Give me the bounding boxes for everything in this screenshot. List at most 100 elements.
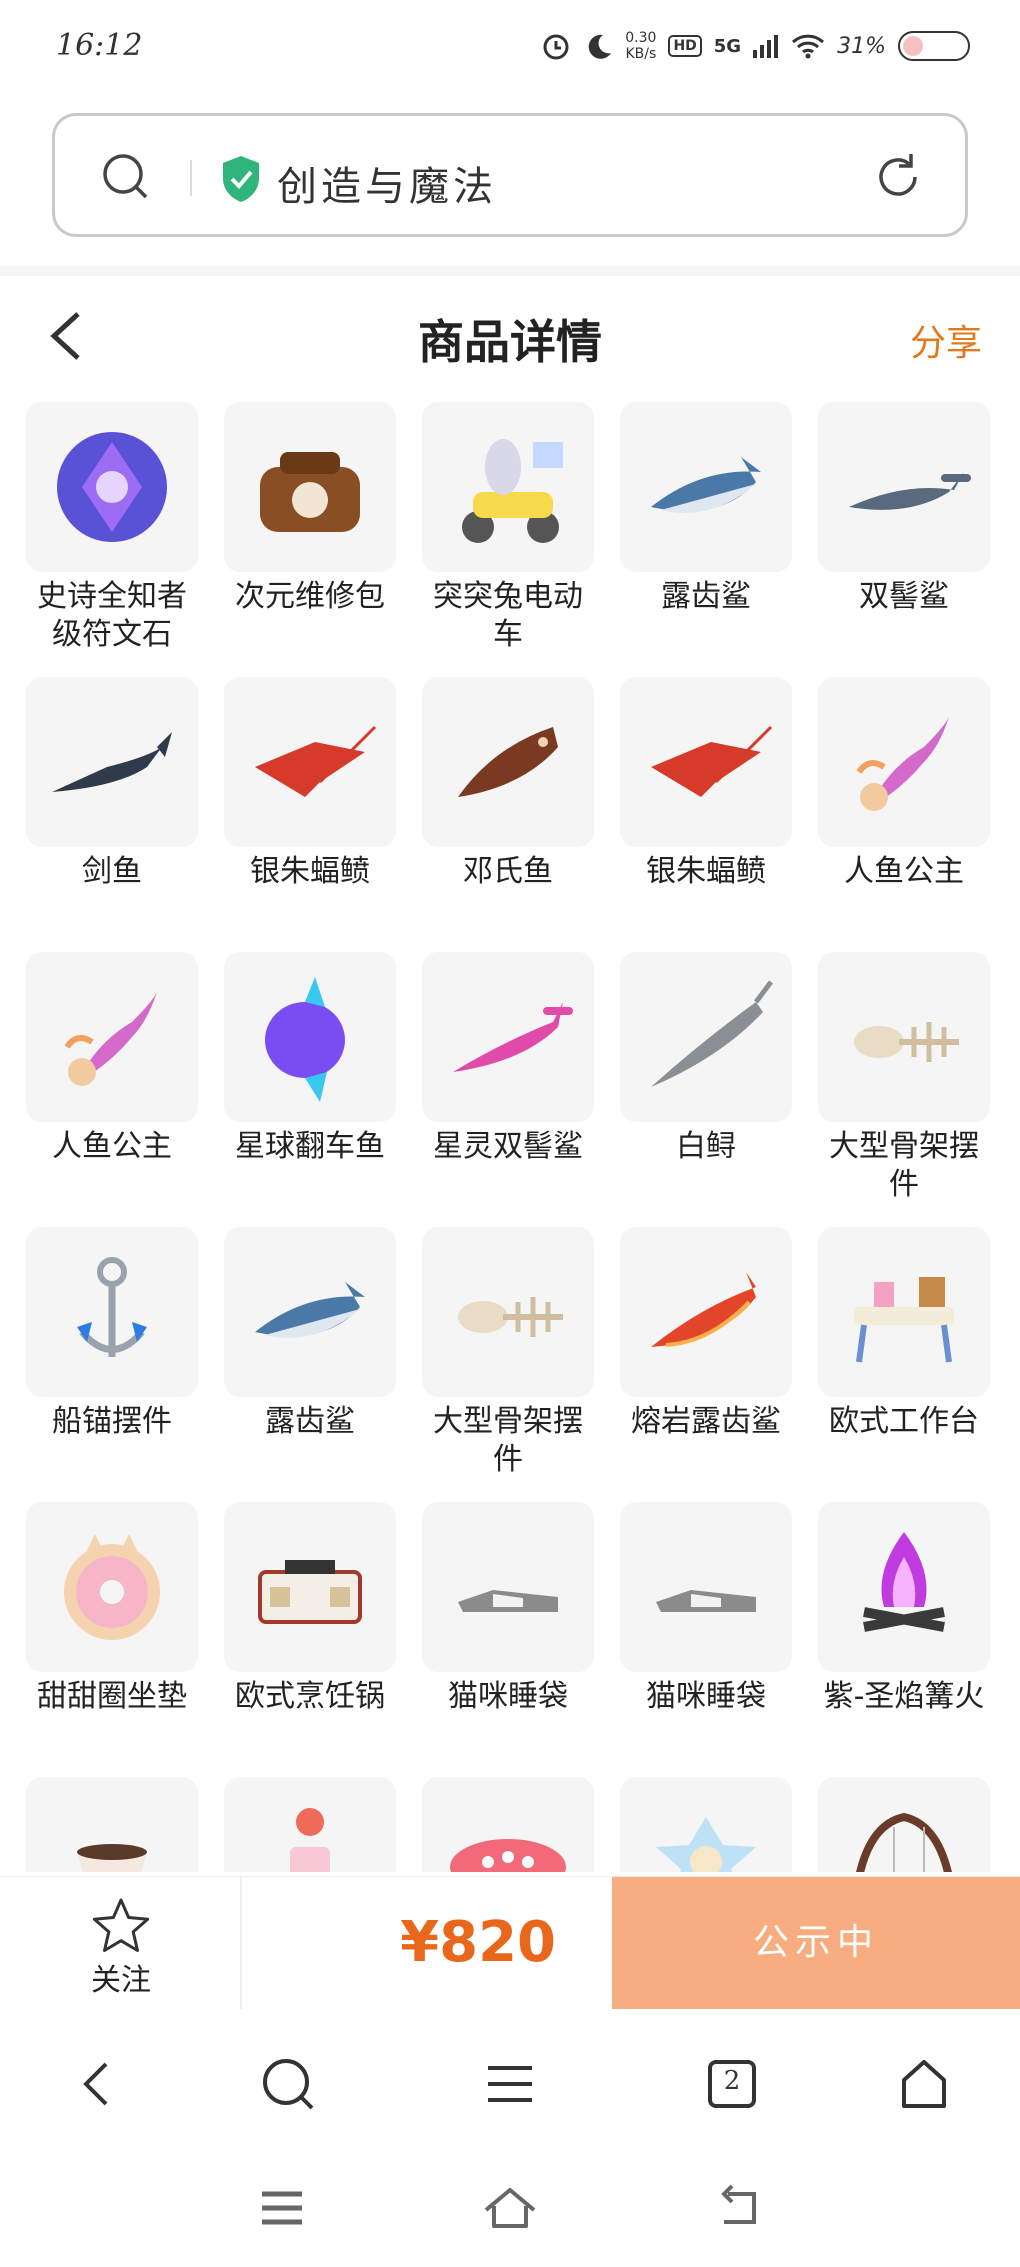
system-nav [0,2150,1020,2267]
back-icon[interactable] [710,2180,766,2236]
back-icon[interactable] [70,2056,126,2112]
moon-icon [589,34,612,59]
workbench-image [854,1277,954,1363]
red-cake-image [450,1839,566,1872]
star-cushion-image [656,1817,756,1872]
list-item[interactable]: 星灵双髻鲨 [422,952,596,1227]
list-item[interactable]: 史诗全知者级符文石 [26,402,200,677]
search-icon[interactable] [260,2056,316,2112]
sunfish-image [265,977,345,1102]
list-item[interactable]: 白鲟 [620,952,794,1227]
item-name: 露齿鲨 [661,579,751,614]
bunny-scooter-image [462,439,563,543]
anchor-image [77,1257,147,1357]
section-divider [0,266,1020,276]
skeleton-image [854,1022,959,1062]
donut-cushion-icon [26,1502,198,1672]
skeleton-icon [818,952,990,1122]
menu-icon[interactable] [482,2056,538,2112]
manta-ray-image [255,725,377,797]
list-item[interactable]: 人鱼公主 [818,677,992,952]
teacup-image [77,1844,147,1872]
list-item[interactable]: 双髻鲨 [818,402,992,677]
list-item[interactable]: 露齿鲨 [620,402,794,677]
follow-button[interactable]: 关注 [0,1877,242,2009]
refresh-icon[interactable] [871,150,925,204]
list-item[interactable]: 银朱蝠鲼 [620,677,794,952]
item-name: 星灵双髻鲨 [433,1129,583,1164]
status-button[interactable]: 公示中 [612,1877,1020,2009]
bunny-scooter-icon [422,402,594,572]
cat-sleeping-bag-icon [422,1502,594,1672]
paddlefish-image [651,980,773,1087]
price: ¥820 [400,1910,556,1975]
item-name: 邓氏鱼 [463,854,553,889]
url-bar[interactable]: 创造与魔法 [52,113,968,237]
list-item[interactable]: 次元维修包 [224,402,398,677]
list-item[interactable]: 船锚摆件 [26,1227,200,1502]
list-item[interactable] [620,1777,794,1872]
item-name: 双髻鲨 [859,579,949,614]
list-item[interactable]: 人鱼公主 [26,952,200,1227]
skeleton-image [458,1297,563,1337]
list-item[interactable]: 露齿鲨 [224,1227,398,1502]
donut-cushion-image [64,1534,160,1640]
item-name: 熔岩露齿鲨 [631,1404,781,1439]
list-item[interactable]: 大型骨架摆件 [818,952,992,1227]
dunkleosteus-image [458,727,558,797]
home-icon[interactable] [482,2180,538,2236]
list-item[interactable]: 欧式烹饪锅 [224,1502,398,1777]
list-item[interactable] [224,1777,398,1872]
star-icon [92,1898,150,1952]
rune-stone-image [57,432,167,542]
list-item[interactable]: 猫咪睡袋 [422,1502,596,1777]
home-icon[interactable] [896,2056,952,2112]
sunfish-icon [224,952,396,1122]
hammerhead-shark-icon [818,402,990,572]
item-grid: 史诗全知者级符文石 次元维修包 突突兔电动车 露齿鲨 双髻鲨 剑鱼 银朱蝠鲼 邓氏鱼 银朱蝠鲼人… [26,402,996,1872]
net-speed: 0.30 KB/s [625,30,657,62]
list-item[interactable]: 紫-圣焰篝火 [818,1502,992,1777]
hammerhead-shark-image [849,472,971,510]
list-item[interactable]: 星球翻车鱼 [224,952,398,1227]
item-name: 银朱蝠鲼 [250,854,370,889]
list-item[interactable]: 突突兔电动车 [422,402,596,677]
swing-icon [818,1777,990,1872]
list-item[interactable]: 大型骨架摆件 [422,1227,596,1502]
tabs-icon[interactable]: 2 [704,2056,760,2112]
anchor-icon [26,1227,198,1397]
shark-image [255,1282,365,1338]
list-item[interactable] [818,1777,992,1872]
item-name: 猫咪睡袋 [448,1679,568,1714]
follow-label: 关注 [91,1963,151,1998]
skeleton-icon [422,1227,594,1397]
list-item[interactable]: 银朱蝠鲼 [224,677,398,952]
list-item[interactable]: 甜甜圈坐垫 [26,1502,200,1777]
share-button[interactable]: 分享 [910,314,982,366]
workbench-icon [818,1227,990,1397]
battery-percent: 31% [837,33,886,59]
item-name: 次元维修包 [235,579,385,614]
list-item[interactable]: 欧式工作台 [818,1227,992,1502]
list-item[interactable] [422,1777,596,1872]
list-item[interactable]: 邓氏鱼 [422,677,596,952]
item-name: 露齿鲨 [265,1404,355,1439]
list-item[interactable]: 剑鱼 [26,677,200,952]
list-item[interactable]: 猫咪睡袋 [620,1502,794,1777]
list-item[interactable] [26,1777,200,1872]
pink-hammerhead-icon [422,952,594,1122]
battery-icon [898,31,970,61]
list-item[interactable]: 熔岩露齿鲨 [620,1227,794,1502]
item-name: 星球翻车鱼 [235,1129,385,1164]
status-bar: 16:12 0.30 KB/s HD 5G 31% [0,0,1020,105]
item-name: 猫咪睡袋 [646,1679,766,1714]
swordfish-icon [26,677,198,847]
search-icon[interactable] [101,152,151,202]
recents-icon[interactable] [254,2180,310,2236]
cat-sleeping-bag-image [458,1590,558,1612]
item-name: 紫-圣焰篝火 [823,1679,985,1714]
cake-icon [224,1777,396,1872]
hd-icon: HD [668,35,702,57]
item-name: 银朱蝠鲼 [646,854,766,889]
shark-image [651,457,761,513]
